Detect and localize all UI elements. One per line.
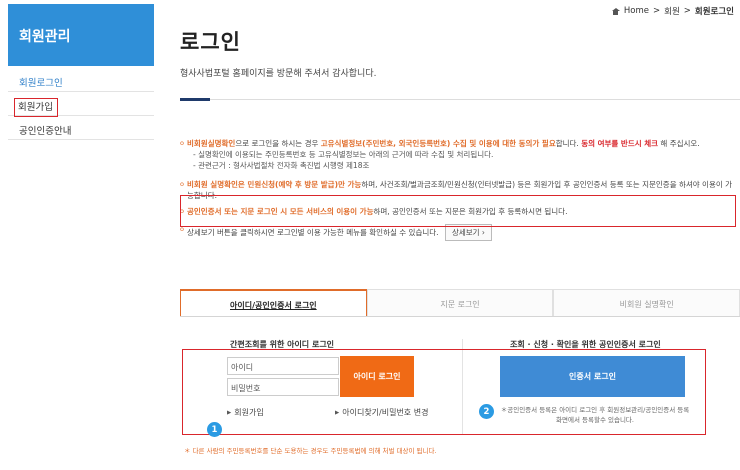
notice-highlight-frame: [180, 195, 736, 227]
notice-highlight: 비회원 실명확인은 민원신청(예약 후 방문 발급)만 가능: [187, 180, 362, 189]
sidebar-item-cert-guide[interactable]: 공인인증안내: [8, 116, 154, 140]
notice-highlight: 고유식별정보(주민번호, 외국인등록번호) 수집 및 이용에 대한 동의가 필요: [320, 139, 556, 148]
tab-id-cert-login[interactable]: 아이디/공인인증서 로그인: [180, 289, 367, 316]
page-title: 로그인: [180, 30, 241, 54]
tab-nonmember-verify[interactable]: 비회원 실명확인: [553, 289, 740, 316]
notice-highlight: 동의 여부를 반드시 체크: [581, 139, 659, 148]
breadcrumb-level1[interactable]: 회원: [664, 5, 680, 17]
notice-text: 합니다.: [555, 139, 582, 148]
title-divider: [180, 99, 740, 100]
home-icon: [611, 7, 620, 15]
login-panel: 간편조회를 위한 아이디 로그인 조회 · 신청 · 확인을 위한 공인인증서 …: [180, 317, 740, 441]
sidebar-item-join[interactable]: 회원가입: [8, 92, 154, 117]
title-divider-accent: [180, 98, 210, 101]
breadcrumb: Home > 회원 > 회원로그인: [611, 5, 734, 17]
step-badge-2: 2: [479, 404, 494, 419]
step-badge-1: 1: [207, 422, 222, 437]
breadcrumb-current: 회원로그인: [694, 7, 734, 17]
breadcrumb-home[interactable]: Home: [624, 6, 649, 16]
notice-text: 으로 로그인을 하시는 경우: [235, 139, 321, 148]
breadcrumb-separator: >: [653, 6, 661, 16]
notice-sub-2: - 관련근거 : 형사사법절차 전자화 촉진법 시행령 제18조: [193, 161, 370, 170]
sidebar-item-label: 공인인증안내: [19, 126, 72, 137]
tab-fingerprint-login[interactable]: 지문 로그인: [366, 289, 554, 316]
login-highlight-frame: [182, 349, 706, 435]
notice-text: 해 주십시오.: [658, 139, 700, 148]
footer-warning: ＊ 다른 사람의 주민등록번호를 단순 도용하는 경우도 주민등록법에 의해 처…: [184, 447, 437, 455]
sidebar-item-member-login[interactable]: 회원로그인: [8, 68, 154, 92]
sidebar-header: 회원관리: [8, 4, 154, 66]
sidebar: 회원관리 회원로그인 회원가입 공인인증안내: [8, 4, 154, 140]
sidebar-item-label: 회원로그인: [19, 78, 63, 89]
notice-paragraph-1: 비회원실명확인으로 로그인을 하시는 경우 고유식별정보(주민번호, 외국인등록…: [180, 138, 738, 149]
page-subtitle: 형사사법포털 홈페이지를 방문해 주셔서 감사합니다.: [180, 69, 377, 79]
notice-sub-1: - 실명확인에 이용되는 주민등록번호 등 고유식별정보는 아래의 근거에 따라…: [193, 150, 494, 159]
notice-highlight: 비회원실명확인: [187, 139, 236, 148]
sidebar-item-label: 회원가입: [14, 98, 58, 117]
breadcrumb-separator: >: [683, 6, 691, 16]
login-tabs: 아이디/공인인증서 로그인 지문 로그인 비회원 실명확인: [180, 289, 740, 317]
notice-text: 상세보기 버튼을 클릭하시면 로그인별 이용 가능한 메뉴를 확인하실 수 있습…: [187, 228, 439, 237]
